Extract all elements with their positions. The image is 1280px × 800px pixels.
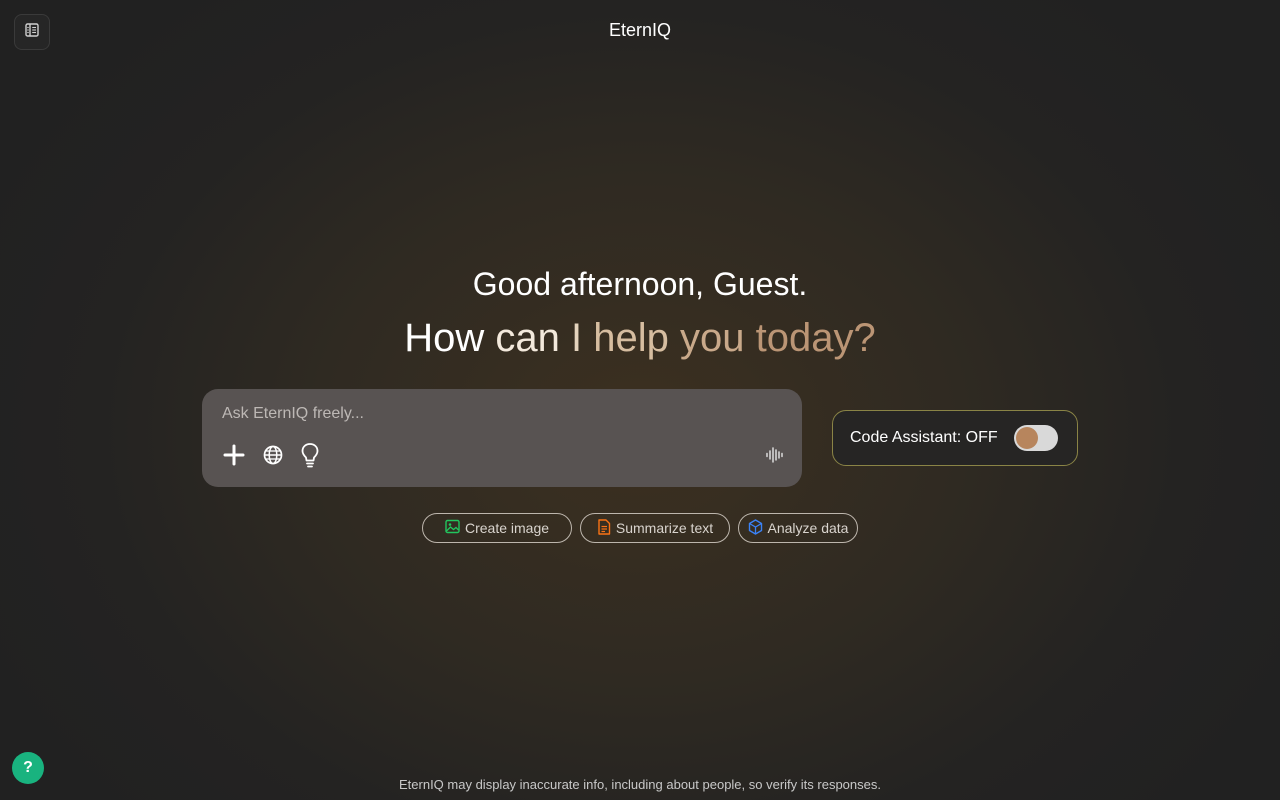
app-title: EternIQ [608, 20, 672, 40]
chip-label: Analyze data [767, 520, 849, 536]
code-assistant-panel: Code Assistant: OFF [832, 410, 1078, 466]
toggle-knob [1016, 427, 1038, 449]
code-assistant-toggle[interactable] [1014, 425, 1058, 451]
disclaimer-text: EternIQ may display inaccurate info, inc… [399, 777, 881, 792]
lightbulb-icon[interactable] [298, 443, 322, 468]
plus-icon[interactable] [222, 443, 246, 467]
question-word: today? [755, 316, 876, 360]
prompt-input[interactable] [222, 405, 762, 423]
chip-label: Summarize text [615, 520, 714, 536]
cube-icon [748, 518, 763, 538]
image-icon [445, 519, 460, 537]
prompt-box [202, 389, 802, 487]
document-icon [597, 518, 611, 538]
question-word: How [404, 316, 485, 360]
question-word: can [495, 316, 560, 360]
question-word: I [571, 316, 583, 360]
help-question-heading: How can I help you today? [0, 316, 1280, 361]
create-image-button[interactable]: Create image [422, 513, 572, 543]
question-word: you [680, 316, 745, 360]
summarize-text-button[interactable]: Summarize text [580, 513, 730, 543]
chip-label: Create image [464, 520, 550, 536]
question-word: help [593, 316, 669, 360]
code-assistant-label: Code Assistant: OFF [850, 429, 998, 446]
audio-waveform-icon[interactable] [763, 443, 787, 467]
globe-icon[interactable] [261, 443, 285, 467]
analyze-data-button[interactable]: Analyze data [738, 513, 858, 543]
greeting-heading: Good afternoon, Guest. [472, 266, 808, 302]
